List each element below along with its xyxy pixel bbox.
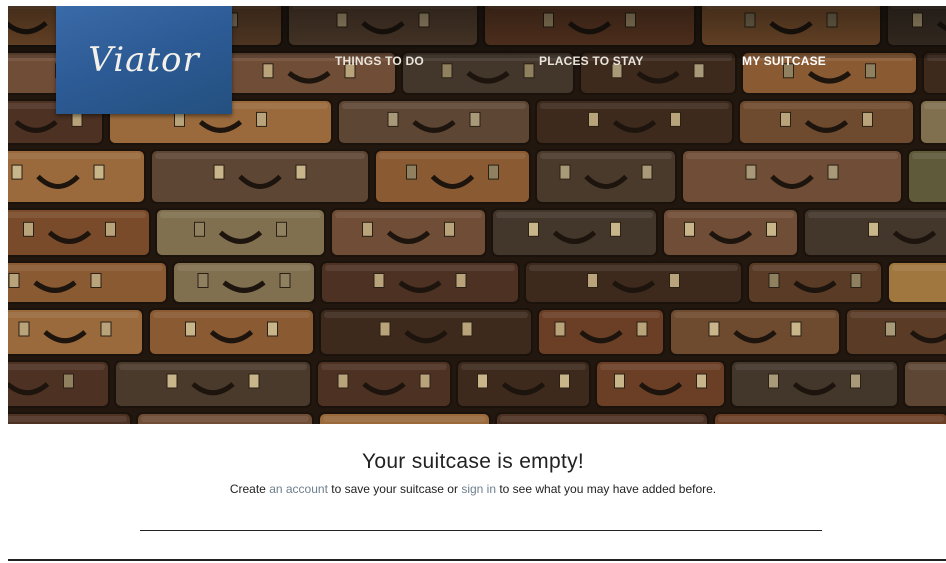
create-account-link[interactable]: an account [269, 482, 328, 496]
empty-suitcase-title: Your suitcase is empty! [361, 450, 585, 473]
sign-in-link[interactable]: sign in [461, 482, 496, 496]
footer-divider [8, 559, 946, 561]
empty-suitcase-message: Create an account to save your suitcase … [0, 482, 946, 496]
nav-my-suitcase[interactable]: MY SUITCASE [742, 54, 826, 68]
viator-logo[interactable]: Viator [56, 6, 232, 114]
suitcase-content: Your suitcase is empty! Create an accoun… [0, 424, 946, 563]
section-divider [140, 530, 822, 531]
message-text-3: to see what you may have added before. [496, 482, 717, 496]
message-text-2: to save your suitcase or [327, 482, 462, 496]
nav-things-to-do[interactable]: THINGS TO DO [335, 54, 424, 68]
hero-banner: Viator THINGS TO DO PLACES TO STAY MY SU… [8, 6, 946, 424]
page: Viator THINGS TO DO PLACES TO STAY MY SU… [0, 0, 946, 563]
nav-places-to-stay[interactable]: PLACES TO STAY [539, 54, 644, 68]
message-text-1: Create [229, 482, 270, 496]
logo-text: Viator [88, 40, 200, 80]
